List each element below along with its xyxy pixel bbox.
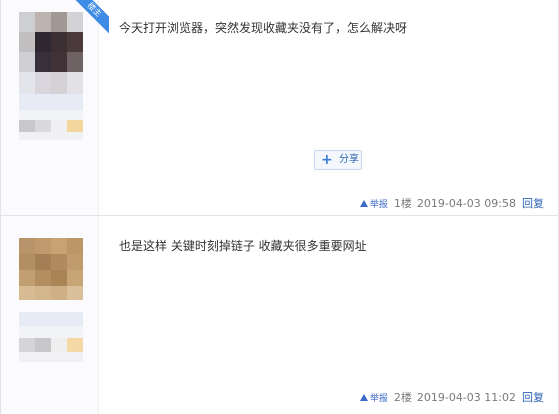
user-level-info bbox=[19, 94, 83, 144]
post-meta: 举报 1楼 2019-04-03 09:58 回复 bbox=[359, 195, 544, 211]
post-date: 2019-04-03 11:02 bbox=[416, 390, 516, 404]
avatar[interactable] bbox=[19, 12, 83, 94]
post-floor-2: 也是这样 关键时刻掉链子 收藏夹很多重要网址 举报 2楼 2019-04-03 … bbox=[0, 216, 559, 414]
post-date: 2019-04-03 09:58 bbox=[416, 196, 516, 210]
floor-number: 2楼 bbox=[393, 391, 412, 404]
user-sidebar bbox=[1, 216, 99, 414]
share-button[interactable]: + 分享 bbox=[314, 150, 362, 170]
report-link[interactable]: 举报 bbox=[359, 391, 388, 404]
report-label: 举报 bbox=[369, 199, 388, 210]
report-label: 举报 bbox=[369, 393, 388, 404]
share-label: 分享 bbox=[339, 154, 359, 165]
post-floor-1: 楼主 今天打开浏览器，突然发现收藏夹没有了，怎么解决呀 + 分享 举报 1楼 2… bbox=[0, 0, 559, 216]
post-meta: 举报 2楼 2019-04-03 11:02 回复 bbox=[359, 389, 544, 405]
floor-number: 1楼 bbox=[393, 197, 412, 210]
reply-link[interactable]: 回复 bbox=[522, 195, 544, 211]
user-level-info bbox=[19, 312, 83, 362]
warning-icon bbox=[359, 393, 368, 401]
user-sidebar: 楼主 bbox=[1, 0, 109, 215]
avatar[interactable] bbox=[19, 238, 83, 300]
reply-link[interactable]: 回复 bbox=[522, 389, 544, 405]
warning-icon bbox=[359, 199, 368, 207]
report-link[interactable]: 举报 bbox=[359, 197, 388, 210]
plus-icon: + bbox=[321, 152, 333, 168]
post-content: 今天打开浏览器，突然发现收藏夹没有了，怎么解决呀 bbox=[119, 21, 408, 35]
post-content: 也是这样 关键时刻掉链子 收藏夹很多重要网址 bbox=[119, 239, 367, 253]
